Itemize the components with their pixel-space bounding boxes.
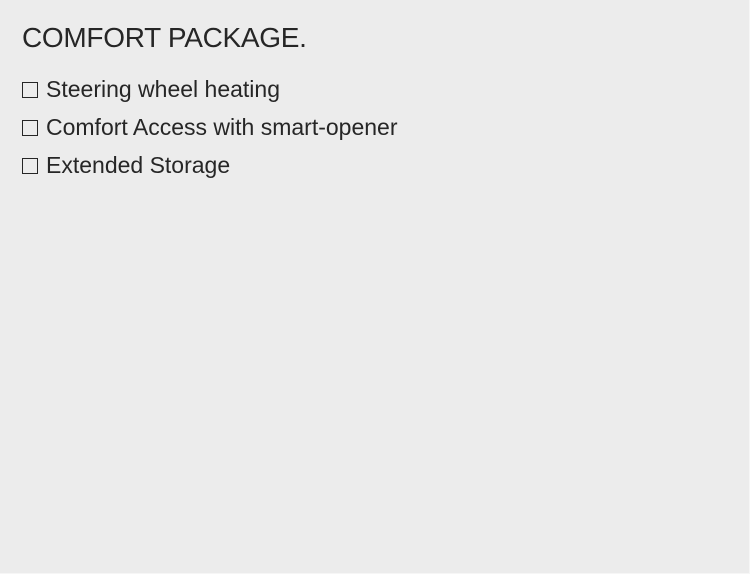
- checkbox-empty-icon[interactable]: [22, 82, 38, 98]
- option-label: Comfort Access with smart-opener: [46, 114, 398, 140]
- checkbox-empty-icon[interactable]: [22, 158, 38, 174]
- package-options-list: Steering wheel heating Comfort Access wi…: [22, 70, 398, 184]
- option-label: Steering wheel heating: [46, 76, 280, 102]
- checkbox-empty-icon[interactable]: [22, 120, 38, 136]
- option-steering-wheel-heating[interactable]: Steering wheel heating: [22, 70, 398, 108]
- option-extended-storage[interactable]: Extended Storage: [22, 146, 398, 184]
- option-label: Extended Storage: [46, 152, 231, 178]
- package-title: COMFORT PACKAGE.: [22, 22, 307, 53]
- option-comfort-access[interactable]: Comfort Access with smart-opener: [22, 108, 398, 146]
- comfort-package-panel: COMFORT PACKAGE. Steering wheel heating …: [0, 0, 750, 574]
